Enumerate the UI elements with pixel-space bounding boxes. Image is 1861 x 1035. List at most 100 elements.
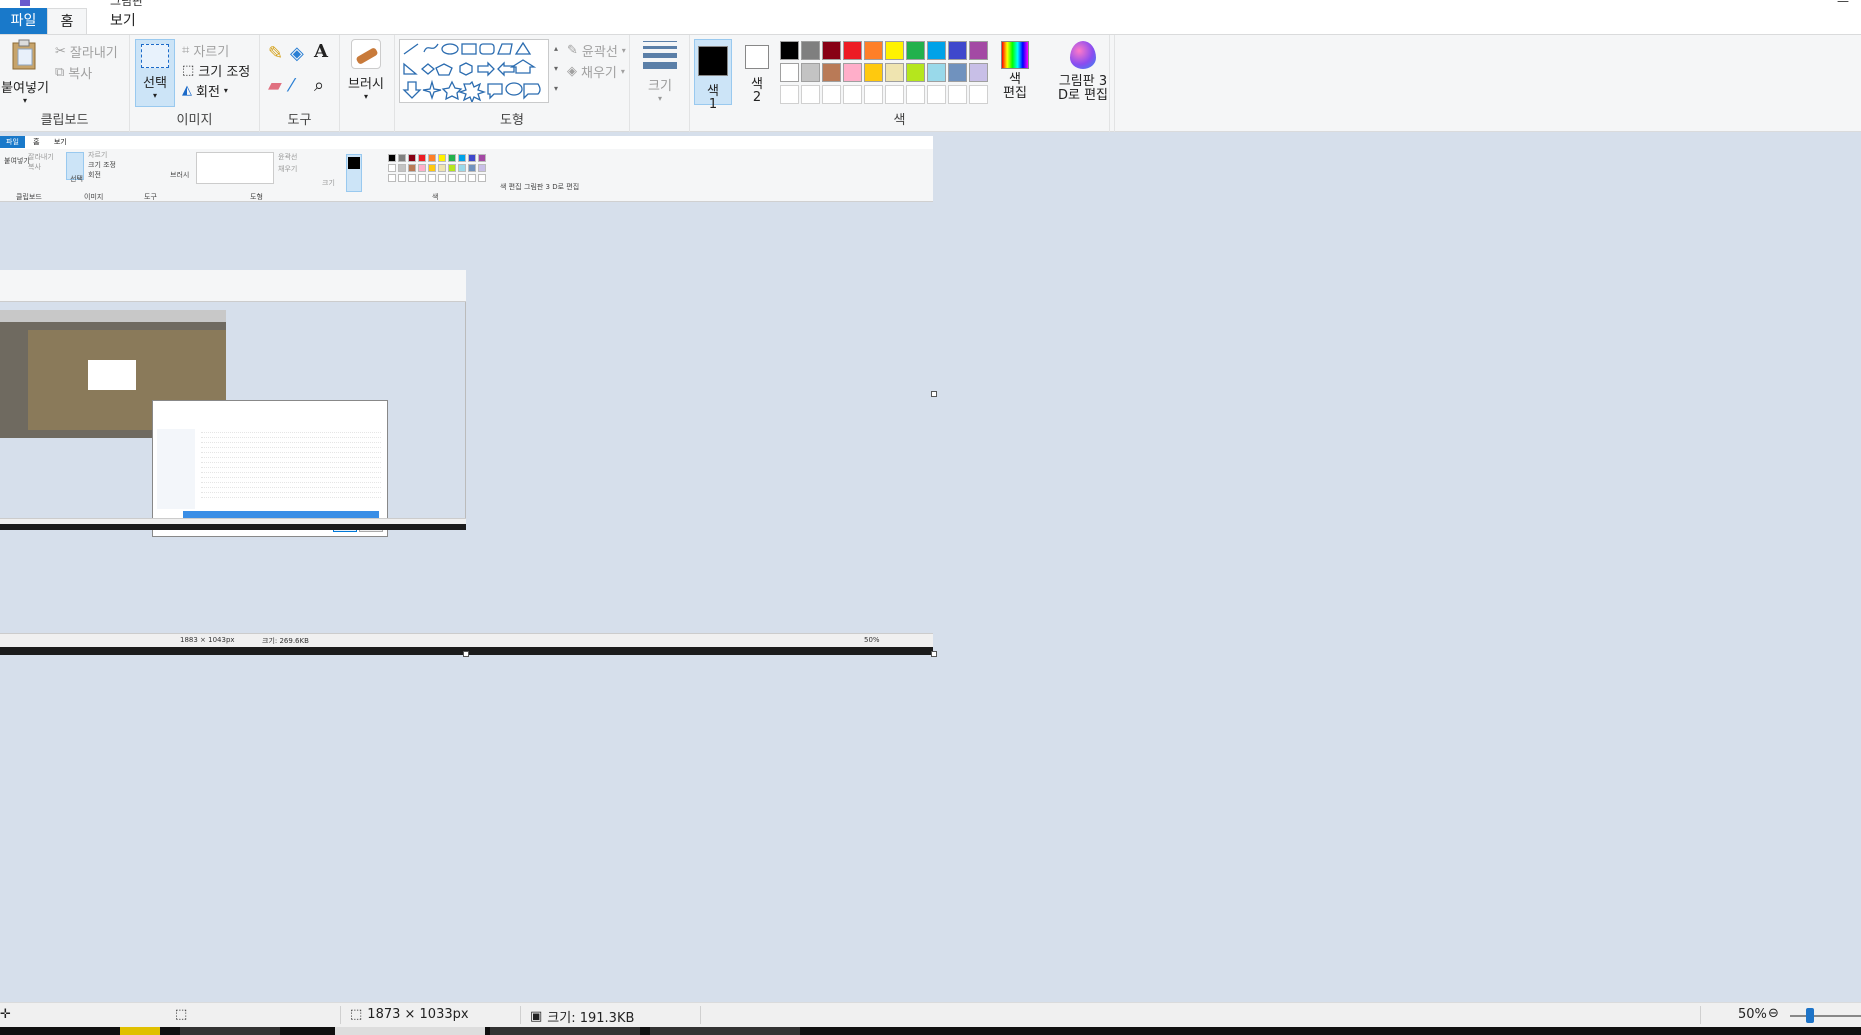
color-swatch[interactable] — [948, 41, 967, 60]
edit-paint3d-button[interactable]: 그림판 3 D로 편집 — [1052, 39, 1114, 119]
cursor-position-icon: ✛ — [0, 1007, 11, 1022]
magnifier-icon[interactable]: ⌕ — [314, 75, 324, 96]
chevron-down-icon: ▾ — [657, 94, 662, 103]
zoom-slider[interactable] — [1790, 1015, 1861, 1017]
shapes-scroll[interactable]: ▴ ▾ ▾ — [551, 39, 561, 103]
fill-button[interactable]: ◈ 채우기 ▾ — [567, 62, 625, 81]
color-swatch[interactable] — [864, 41, 883, 60]
color-swatch[interactable] — [969, 63, 988, 82]
paste-button[interactable]: 붙여넣기 ▾ — [0, 39, 50, 105]
color-swatch[interactable] — [969, 41, 988, 60]
edit-colors-button[interactable]: 색 편집 — [995, 39, 1035, 109]
taskbar — [0, 1027, 1861, 1035]
nested2-screenshot — [0, 270, 466, 537]
nested-color-swatch — [408, 154, 416, 162]
size-label: 크기 — [648, 79, 672, 94]
color-swatch[interactable] — [906, 41, 925, 60]
select-button[interactable]: 선택 ▾ — [135, 39, 175, 107]
copy-icon: ⧉ — [55, 65, 65, 80]
taskbar-item[interactable] — [120, 1027, 160, 1035]
color-swatch[interactable] — [822, 85, 841, 104]
text-icon[interactable]: A — [314, 41, 328, 62]
resize-handle-bottom[interactable] — [463, 651, 469, 657]
resize-handle-right[interactable] — [931, 391, 937, 397]
shapes-gallery[interactable] — [399, 39, 549, 104]
color-swatch[interactable] — [780, 85, 799, 104]
color-swatch[interactable] — [927, 41, 946, 60]
nested-palette — [388, 154, 498, 188]
tab-home[interactable]: 홈 — [47, 8, 87, 34]
color-swatch[interactable] — [885, 41, 904, 60]
color-picker-icon[interactable]: ⁄ — [290, 75, 293, 96]
rotate-button[interactable]: ◭ 회전 ▾ — [182, 81, 228, 100]
nested-color-swatch — [398, 154, 406, 162]
paint3d-label-top: 그림판 3 — [1058, 74, 1108, 89]
dialog-filename — [183, 511, 379, 518]
color-swatch[interactable] — [969, 85, 988, 104]
nested-paste-label: 붙여넣기 — [4, 157, 30, 165]
nested3-popup — [88, 360, 136, 390]
color-swatch[interactable] — [822, 63, 841, 82]
resize-button[interactable]: ⬚ 크기 조정 — [182, 61, 250, 80]
color-swatch[interactable] — [780, 63, 799, 82]
file-size-text: 크기: 191.3KB — [547, 1011, 635, 1026]
nested-colors-label: 색 — [432, 193, 439, 201]
color-swatch[interactable] — [885, 63, 904, 82]
color-swatch[interactable] — [948, 63, 967, 82]
taskbar-item[interactable] — [490, 1027, 640, 1035]
color1-button[interactable]: 색 1 — [694, 39, 732, 111]
nested-cut-label: 잘라내기 — [28, 153, 54, 161]
size-button[interactable]: 크기 ▾ — [635, 39, 685, 109]
color-swatch[interactable] — [843, 85, 862, 104]
color-swatch[interactable] — [948, 85, 967, 104]
status-separator — [520, 1006, 521, 1024]
zoom-slider-thumb[interactable] — [1805, 1008, 1814, 1023]
select-label: 선택 — [143, 76, 167, 91]
tab-file[interactable]: 파일 — [0, 8, 47, 34]
color-swatch[interactable] — [780, 41, 799, 60]
color-swatch[interactable] — [906, 63, 925, 82]
pencil-icon[interactable]: ✎ — [268, 43, 283, 64]
color-swatch[interactable] — [843, 63, 862, 82]
zoom-out-icon[interactable]: ⊖ — [1768, 1006, 1779, 1021]
nested-color-swatch — [388, 154, 396, 162]
chevron-down-icon: ▾ — [621, 46, 626, 55]
canvas[interactable]: 파일 홈 보기 붙여넣기 잘라내기 복사 선택 자르기 크기 조정 회전 브러시… — [0, 136, 933, 655]
color-swatch[interactable] — [843, 41, 862, 60]
color-swatch[interactable] — [822, 41, 841, 60]
app-icon — [20, 0, 30, 6]
color-swatch[interactable] — [927, 63, 946, 82]
taskbar-item[interactable] — [650, 1027, 800, 1035]
fill-bucket-icon[interactable]: ◈ — [290, 43, 304, 64]
eraser-icon[interactable]: ▰ — [268, 75, 282, 96]
color-swatch[interactable] — [906, 85, 925, 104]
resize-label: 크기 조정 — [198, 65, 251, 80]
scissors-icon: ✂ — [55, 44, 66, 59]
tab-view[interactable]: 보기 — [96, 8, 150, 34]
minimize-icon[interactable]: — — [1837, 0, 1851, 8]
nested-tab-home: 홈 — [33, 138, 40, 146]
color-swatch[interactable] — [927, 85, 946, 104]
color-swatch[interactable] — [801, 63, 820, 82]
color-swatch[interactable] — [801, 41, 820, 60]
color-swatch[interactable] — [885, 85, 904, 104]
outline-button[interactable]: ✎ 윤곽선 ▾ — [567, 41, 626, 60]
color2-button[interactable]: 색 2 — [738, 39, 776, 105]
cut-button[interactable]: ✂ 잘라내기 — [55, 42, 118, 61]
color-swatch[interactable] — [864, 63, 883, 82]
shapes-group-label: 도형 — [500, 113, 524, 128]
canvas-area[interactable]: 파일 홈 보기 붙여넣기 잘라내기 복사 선택 자르기 크기 조정 회전 브러시… — [0, 132, 1861, 1002]
resize-icon: ⬚ — [182, 63, 195, 78]
copy-button[interactable]: ⧉ 복사 — [55, 63, 92, 82]
color-swatch[interactable] — [801, 85, 820, 104]
dialog-file-list — [201, 429, 381, 509]
brushes-button[interactable]: 브러시 ▾ — [340, 39, 392, 109]
color-swatch[interactable] — [864, 85, 883, 104]
taskbar-item[interactable] — [335, 1027, 485, 1035]
cut-label: 잘라내기 — [69, 46, 118, 61]
crop-button[interactable]: ⌗ 자르기 — [182, 41, 229, 60]
resize-handle-corner[interactable] — [931, 651, 937, 657]
color2-label-bottom: 2 — [752, 90, 762, 105]
color-palette — [780, 41, 990, 107]
taskbar-item[interactable] — [180, 1027, 280, 1035]
